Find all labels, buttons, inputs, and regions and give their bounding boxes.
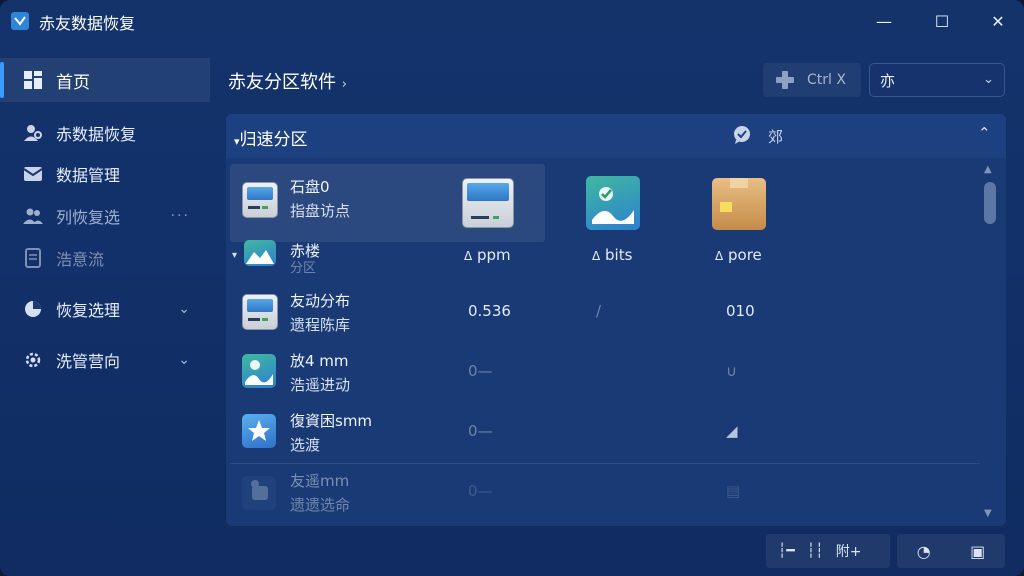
table-cell: ∪ [726,362,737,380]
bottom-toolbar-group: ┆━ ┆┆ 附+ [766,534,890,568]
pie-chart-icon [22,298,44,320]
table-cell: 0— [468,422,493,440]
table-row-name[interactable]: 復資困smm [290,410,372,432]
add-action-button[interactable]: Ctrl X [763,63,861,97]
table-cell: 010 [726,302,755,320]
table-row-name[interactable]: 石盘0 [290,176,330,198]
sidebar-item-label: 洗管营向 [56,352,121,371]
chevron-down-icon: ⌄ [983,72,994,87]
attach-button[interactable]: 附+ [836,541,862,561]
plus-icon [773,68,797,92]
close-button[interactable]: ✕ [984,8,1012,34]
sidebar: 首页 赤数据恢复 数据管理 列恢复选 ··· 浩意流 恢复选理 ⌄ 洗管营向 ⌄ [0,56,212,576]
sidebar-item-label: 恢复选理 [56,301,121,320]
chat-icon[interactable] [732,125,752,149]
table-cell: 0— [468,482,493,500]
document-icon [22,247,44,269]
scrollbar-thumb[interactable] [984,182,996,224]
sidebar-item-label: 浩意流 [56,250,105,269]
chevron-down-icon[interactable]: ⌄ [178,301,190,317]
sidebar-item-label: 数据管理 [56,166,121,185]
sidebar-item-recovery-manage[interactable]: 恢复选理 ⌄ [0,287,210,331]
panel-title: ▾归速分区 [234,130,308,150]
shortcut-label: Ctrl X [807,72,846,88]
table-row-sub: 浩遥进动 [290,376,351,394]
table-cell: ▤ [726,482,741,500]
table-cell: / [596,302,602,320]
app-logo-icon [11,12,29,30]
chevron-down-icon[interactable]: ⌄ [178,352,190,368]
tile-label: Δ pore [715,246,762,264]
star-app-icon [242,414,276,448]
table-row-name[interactable]: 友动分布 [290,290,350,312]
sidebar-item-label: 赤数据恢复 [56,125,137,144]
photo-icon[interactable] [586,176,640,230]
columns-icon[interactable]: ┆┆ [807,543,824,559]
table-row-sub: 遗程陈库 [290,316,351,334]
photo-icon [242,354,276,388]
partition-panel: ▾归速分区 郊 ⌃ 石盘0 指盘访点 Δ ppm Δ bits Δ pore ▾ [226,114,1006,526]
table-cell: 0— [468,362,493,380]
expand-arrow-icon[interactable]: ▾ [232,250,237,261]
users-icon [22,205,44,227]
person-gear-icon [22,122,44,144]
app-title: 赤友数据恢复 [39,14,136,33]
envelope-icon [22,163,44,185]
grid-icon [22,69,44,91]
sidebar-item-flow[interactable]: 浩意流 [0,236,210,280]
table-row-sub: 指盘访点 [290,202,351,220]
sidebar-item-label: 列恢复选 [56,208,121,227]
sidebar-item-recovery-select[interactable]: 列恢复选 ··· [0,194,210,238]
gear-icon [22,349,44,371]
table-row-sub: 选渡 [290,436,321,454]
table-row-sub: 遗遗选命 [290,496,351,514]
export-icon[interactable]: ▣ [970,542,985,561]
table-cell: 0.536 [468,302,511,320]
maximize-button[interactable]: ☐ [928,8,956,34]
select-value: 亦 [880,71,896,90]
chat-bubble-icon [242,476,276,510]
table-row-name[interactable]: 友遥mm [290,470,349,492]
tile-label: Δ bits [592,246,633,264]
scroll-up-icon[interactable]: ▲ [984,164,992,175]
breadcrumb-arrow: › [341,77,347,92]
disk-icon [242,294,278,330]
page-title: 赤友分区软件 › [228,72,347,93]
table-cell: ◢ [726,422,738,440]
more-icon[interactable]: ··· [171,208,190,224]
bottom-toolbar-group: ◔ ▣ [897,534,1005,568]
photo-icon [244,240,276,266]
sidebar-item-data-management[interactable]: 数据管理 [0,152,210,196]
sidebar-item-label: 首页 [56,72,90,93]
package-icon[interactable] [712,178,766,230]
table-row-sub: 分区 [290,261,317,276]
disk-icon[interactable] [462,178,514,228]
title-bar: 赤友数据恢复 — ☐ ✕ [0,0,1024,42]
row-divider [230,463,980,464]
clock-icon[interactable]: ◔ [917,542,931,561]
disk-icon [242,182,278,218]
table-row-name[interactable]: 放4 mm [290,350,349,372]
sidebar-item-data-recovery[interactable]: 赤数据恢复 [0,111,210,155]
panel-header-label: 郊 [768,128,784,146]
minimize-button[interactable]: — [870,8,898,34]
scroll-down-icon[interactable]: ▼ [984,508,992,519]
sidebar-item-home[interactable]: 首页 [0,58,210,102]
sidebar-item-settings[interactable]: 洗管营向 ⌄ [0,338,210,382]
panel-header[interactable]: ▾归速分区 郊 ⌃ [226,114,1006,158]
align-icon[interactable]: ┆━ [778,543,795,559]
tile-label: Δ ppm [464,246,511,264]
view-select[interactable]: 亦 ⌄ [869,63,1005,97]
app-window: 赤友数据恢复 — ☐ ✕ 首页 赤数据恢复 数据管理 列恢复选 ··· 浩意流 … [0,0,1024,576]
collapse-icon[interactable]: ⌃ [978,124,991,142]
